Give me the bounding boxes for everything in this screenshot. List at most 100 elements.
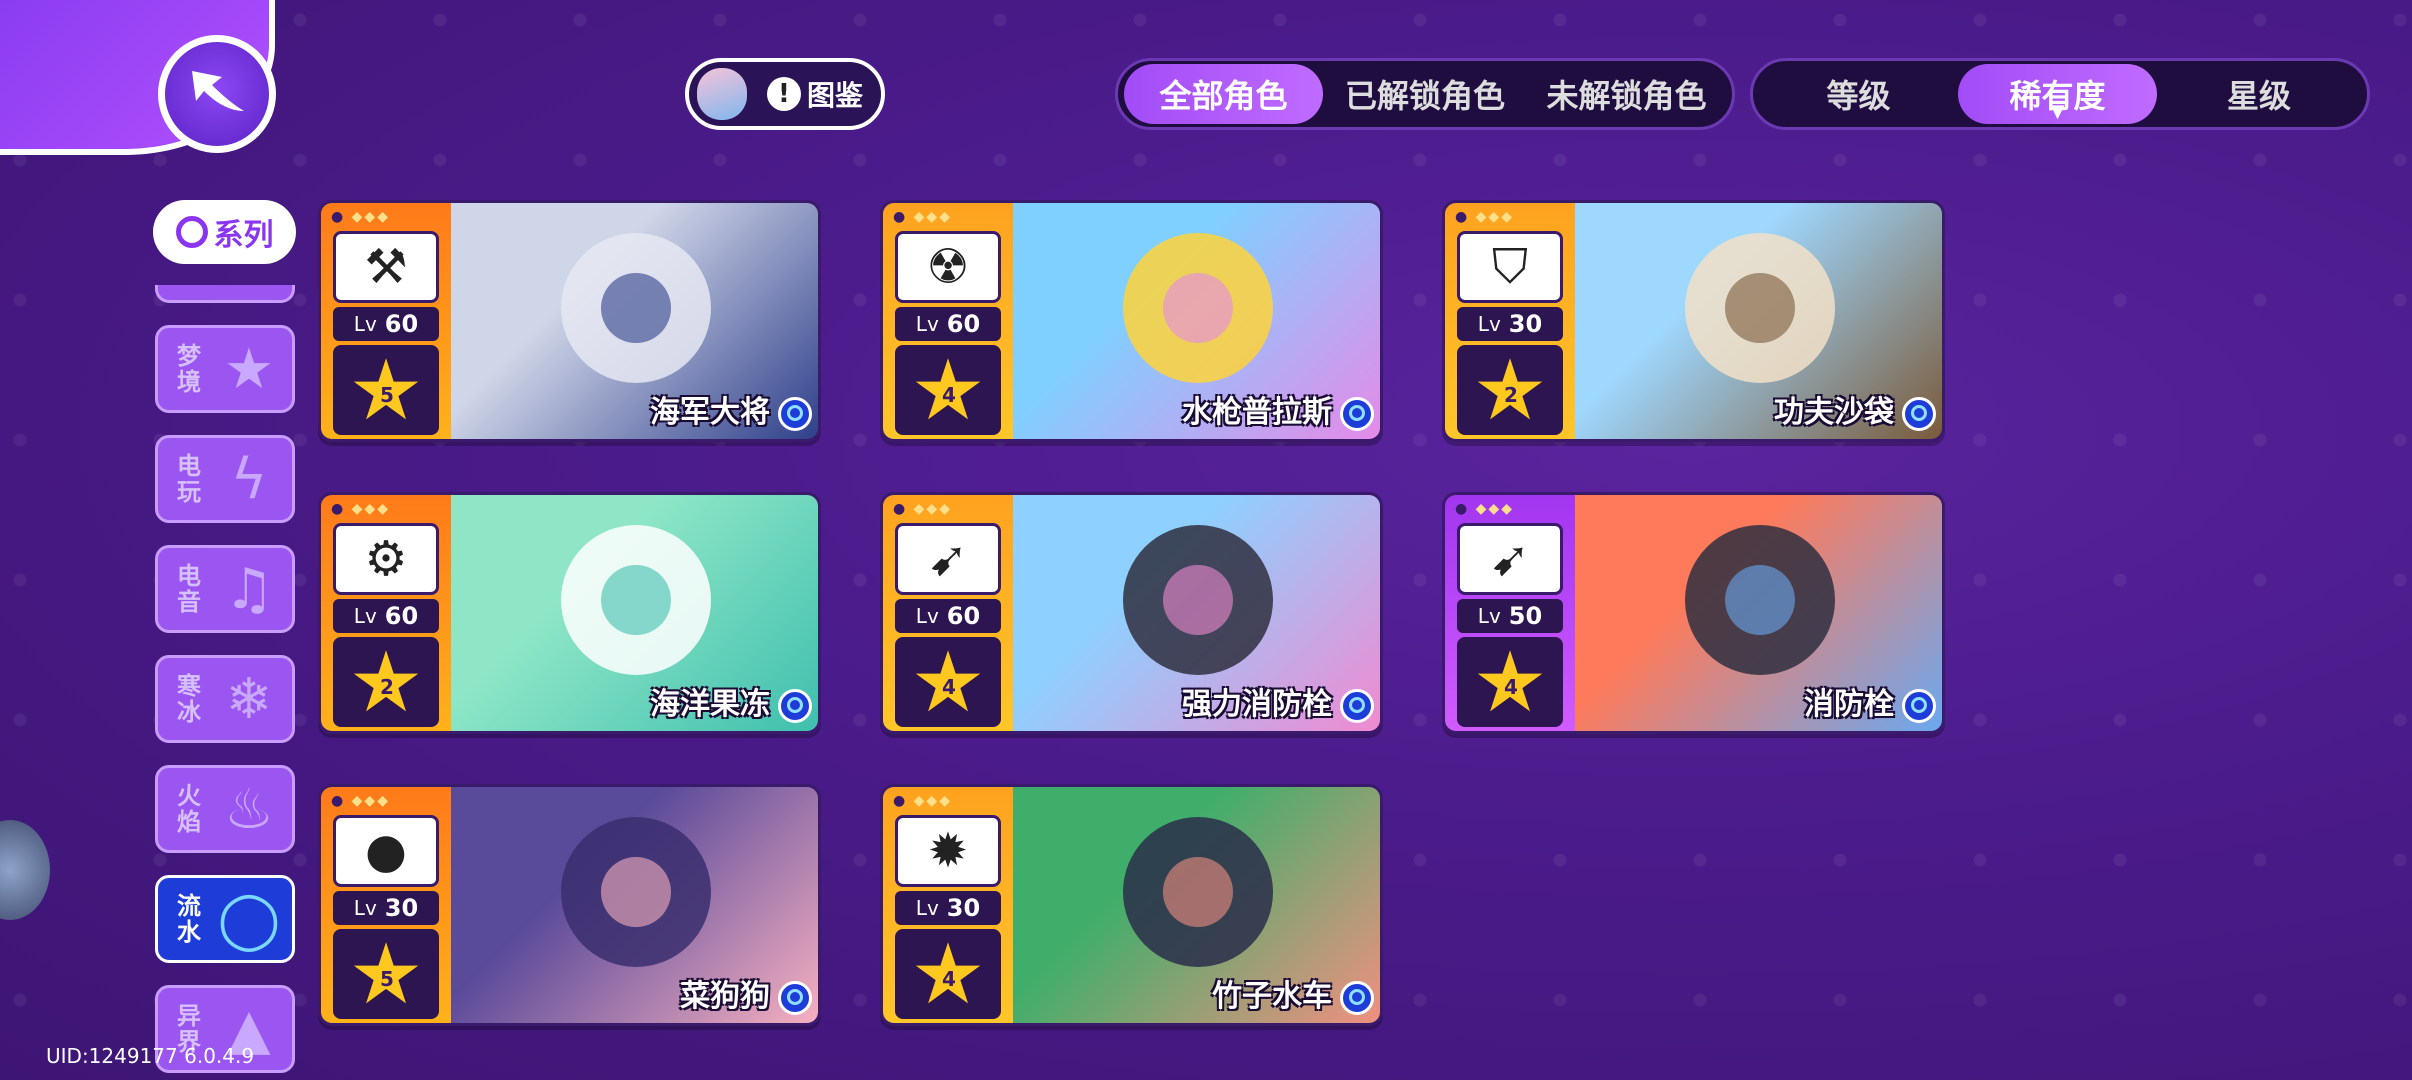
character-name: 消防栓	[1804, 687, 1894, 722]
sort-level[interactable]: 等级	[1759, 64, 1958, 124]
level-value: 60	[946, 602, 981, 630]
character-card[interactable]: ● ◆◆◆ ⚒ Lv 60 ★ 5 海军大将	[318, 200, 821, 442]
character-name: 强力消防栓	[1182, 687, 1332, 722]
shield-icon: ⛉	[1457, 231, 1563, 303]
level-badge: Lv 60	[333, 599, 439, 633]
rarity-dots: ● ◆◆◆	[331, 793, 390, 809]
category-label: 流水	[177, 892, 201, 946]
gear-bulb-icon: ⚙	[333, 523, 439, 595]
sort-tabs: 等级 稀有度 ▼ 星级	[1750, 58, 2370, 130]
water-element-icon	[1340, 689, 1374, 723]
star-rank-badge: ★ 4	[895, 637, 1001, 727]
alert-icon: !	[766, 77, 801, 111]
water-element-icon	[778, 981, 812, 1015]
character-name: 菜狗狗	[680, 979, 770, 1014]
snowflake-icon: ❄	[225, 666, 273, 732]
uid-label: UID:1249177 6.0.4.9	[46, 1044, 255, 1068]
tab-unlocked-characters[interactable]: 已解锁角色	[1323, 64, 1527, 124]
chevron-down-icon: ▼	[2050, 101, 2065, 122]
character-card[interactable]: ● ◆◆◆ ➹ Lv 60 ★ 4 强力消防栓	[880, 492, 1383, 734]
character-name: 水枪普拉斯	[1182, 395, 1332, 430]
card-frame: ● ◆◆◆ ✹ Lv 30 ★ 4	[883, 787, 1013, 1023]
level-badge: Lv 60	[895, 307, 1001, 341]
character-card[interactable]: ● ◆◆◆ ➹ Lv 50 ★ 4 消防栓	[1442, 492, 1945, 734]
star-rank-badge: ★ 2	[333, 637, 439, 727]
level-value: 30	[384, 894, 419, 922]
bow-icon: ➹	[895, 523, 1001, 595]
water-element-icon	[1902, 397, 1936, 431]
sun-icon: ✹	[895, 815, 1001, 887]
owner-filter-tabs: 全部角色 已解锁角色 未解锁角色	[1115, 58, 1735, 130]
water-element-icon	[1340, 981, 1374, 1015]
star-rank-value: 5	[380, 967, 394, 991]
card-frame: ● ◆◆◆ ⚒ Lv 60 ★ 5	[321, 203, 451, 439]
character-card[interactable]: ● ◆◆◆ ☢ Lv 60 ★ 4 水枪普拉斯	[880, 200, 1383, 442]
codex-button[interactable]: ! 图鉴	[685, 58, 885, 130]
rarity-dots: ● ◆◆◆	[331, 209, 390, 225]
star-rank-badge: ★ 5	[333, 345, 439, 435]
category-label: 火焰	[177, 782, 201, 836]
rarity-dots: ● ◆◆◆	[893, 501, 952, 517]
card-frame: ● ◆◆◆ ⛉ Lv 30 ★ 2	[1445, 203, 1575, 439]
character-card[interactable]: ● ◆◆◆ ✹ Lv 30 ★ 4 竹子水车	[880, 784, 1383, 1026]
star-rank-value: 4	[942, 967, 956, 991]
tab-all-characters[interactable]: 全部角色	[1124, 64, 1324, 124]
level-badge: Lv 50	[1457, 599, 1563, 633]
lv-prefix: Lv	[915, 896, 939, 920]
refresh-icon	[175, 216, 208, 248]
water-element-icon	[1340, 397, 1374, 431]
star-rank-badge: ★ 5	[333, 929, 439, 1019]
category-scroll-edge	[155, 285, 295, 303]
rarity-dots: ● ◆◆◆	[893, 793, 952, 809]
level-value: 60	[946, 310, 981, 338]
card-frame: ● ◆◆◆ ☢ Lv 60 ★ 4	[883, 203, 1013, 439]
level-badge: Lv 30	[333, 891, 439, 925]
lv-prefix: Lv	[1477, 312, 1501, 336]
tab-locked-characters[interactable]: 未解锁角色	[1527, 64, 1726, 124]
category-game[interactable]: 电玩 ϟ	[155, 435, 295, 523]
star-rank-value: 4	[942, 675, 956, 699]
star-rank-value: 2	[1504, 383, 1518, 407]
water-drop-icon: ◯	[217, 886, 281, 952]
character-name: 竹子水车	[1212, 979, 1332, 1014]
water-element-icon	[778, 397, 812, 431]
category-label: 电玩	[177, 452, 201, 506]
level-badge: Lv 30	[895, 891, 1001, 925]
sort-rarity[interactable]: 稀有度 ▼	[1958, 64, 2158, 124]
radiation-icon: ☢	[895, 231, 1001, 303]
character-card[interactable]: ● ◆◆◆ ● Lv 30 ★ 5 菜狗狗	[318, 784, 821, 1026]
series-button[interactable]: 系列	[153, 200, 296, 264]
lv-prefix: Lv	[915, 312, 939, 336]
character-card[interactable]: ● ◆◆◆ ⚙ Lv 60 ★ 2 海洋果冻	[318, 492, 821, 734]
rarity-dots: ● ◆◆◆	[1455, 501, 1514, 517]
character-name: 海洋果冻	[650, 687, 770, 722]
lv-prefix: Lv	[353, 604, 377, 628]
rarity-dots: ● ◆◆◆	[331, 501, 390, 517]
lv-prefix: Lv	[915, 604, 939, 628]
character-card[interactable]: ● ◆◆◆ ⛉ Lv 30 ★ 2 功夫沙袋	[1442, 200, 1945, 442]
series-label: 系列	[213, 218, 274, 253]
star-rank-badge: ★ 2	[1457, 345, 1563, 435]
star-rank-value: 4	[942, 383, 956, 407]
lv-prefix: Lv	[353, 312, 377, 336]
category-electro[interactable]: 电音 ♫	[155, 545, 295, 633]
level-value: 60	[384, 310, 419, 338]
character-name: 海军大将	[650, 395, 770, 430]
sort-star[interactable]: 星级	[2157, 64, 2361, 124]
back-button[interactable]	[158, 35, 276, 153]
lv-prefix: Lv	[353, 896, 377, 920]
level-value: 30	[946, 894, 981, 922]
card-frame: ● ◆◆◆ ➹ Lv 60 ★ 4	[883, 495, 1013, 731]
star-rank-value: 4	[1504, 675, 1518, 699]
category-ice[interactable]: 寒冰 ❄	[155, 655, 295, 743]
water-element-icon	[1902, 689, 1936, 723]
level-badge: Lv 30	[1457, 307, 1563, 341]
category-water[interactable]: 流水 ◯	[155, 875, 295, 963]
level-badge: Lv 60	[333, 307, 439, 341]
category-fire[interactable]: 火焰 ♨	[155, 765, 295, 853]
star-rank-badge: ★ 4	[895, 929, 1001, 1019]
star-rank-badge: ★ 4	[1457, 637, 1563, 727]
level-value: 30	[1508, 310, 1543, 338]
rarity-dots: ● ◆◆◆	[893, 209, 952, 225]
category-dream[interactable]: 梦境 ★	[155, 325, 295, 413]
